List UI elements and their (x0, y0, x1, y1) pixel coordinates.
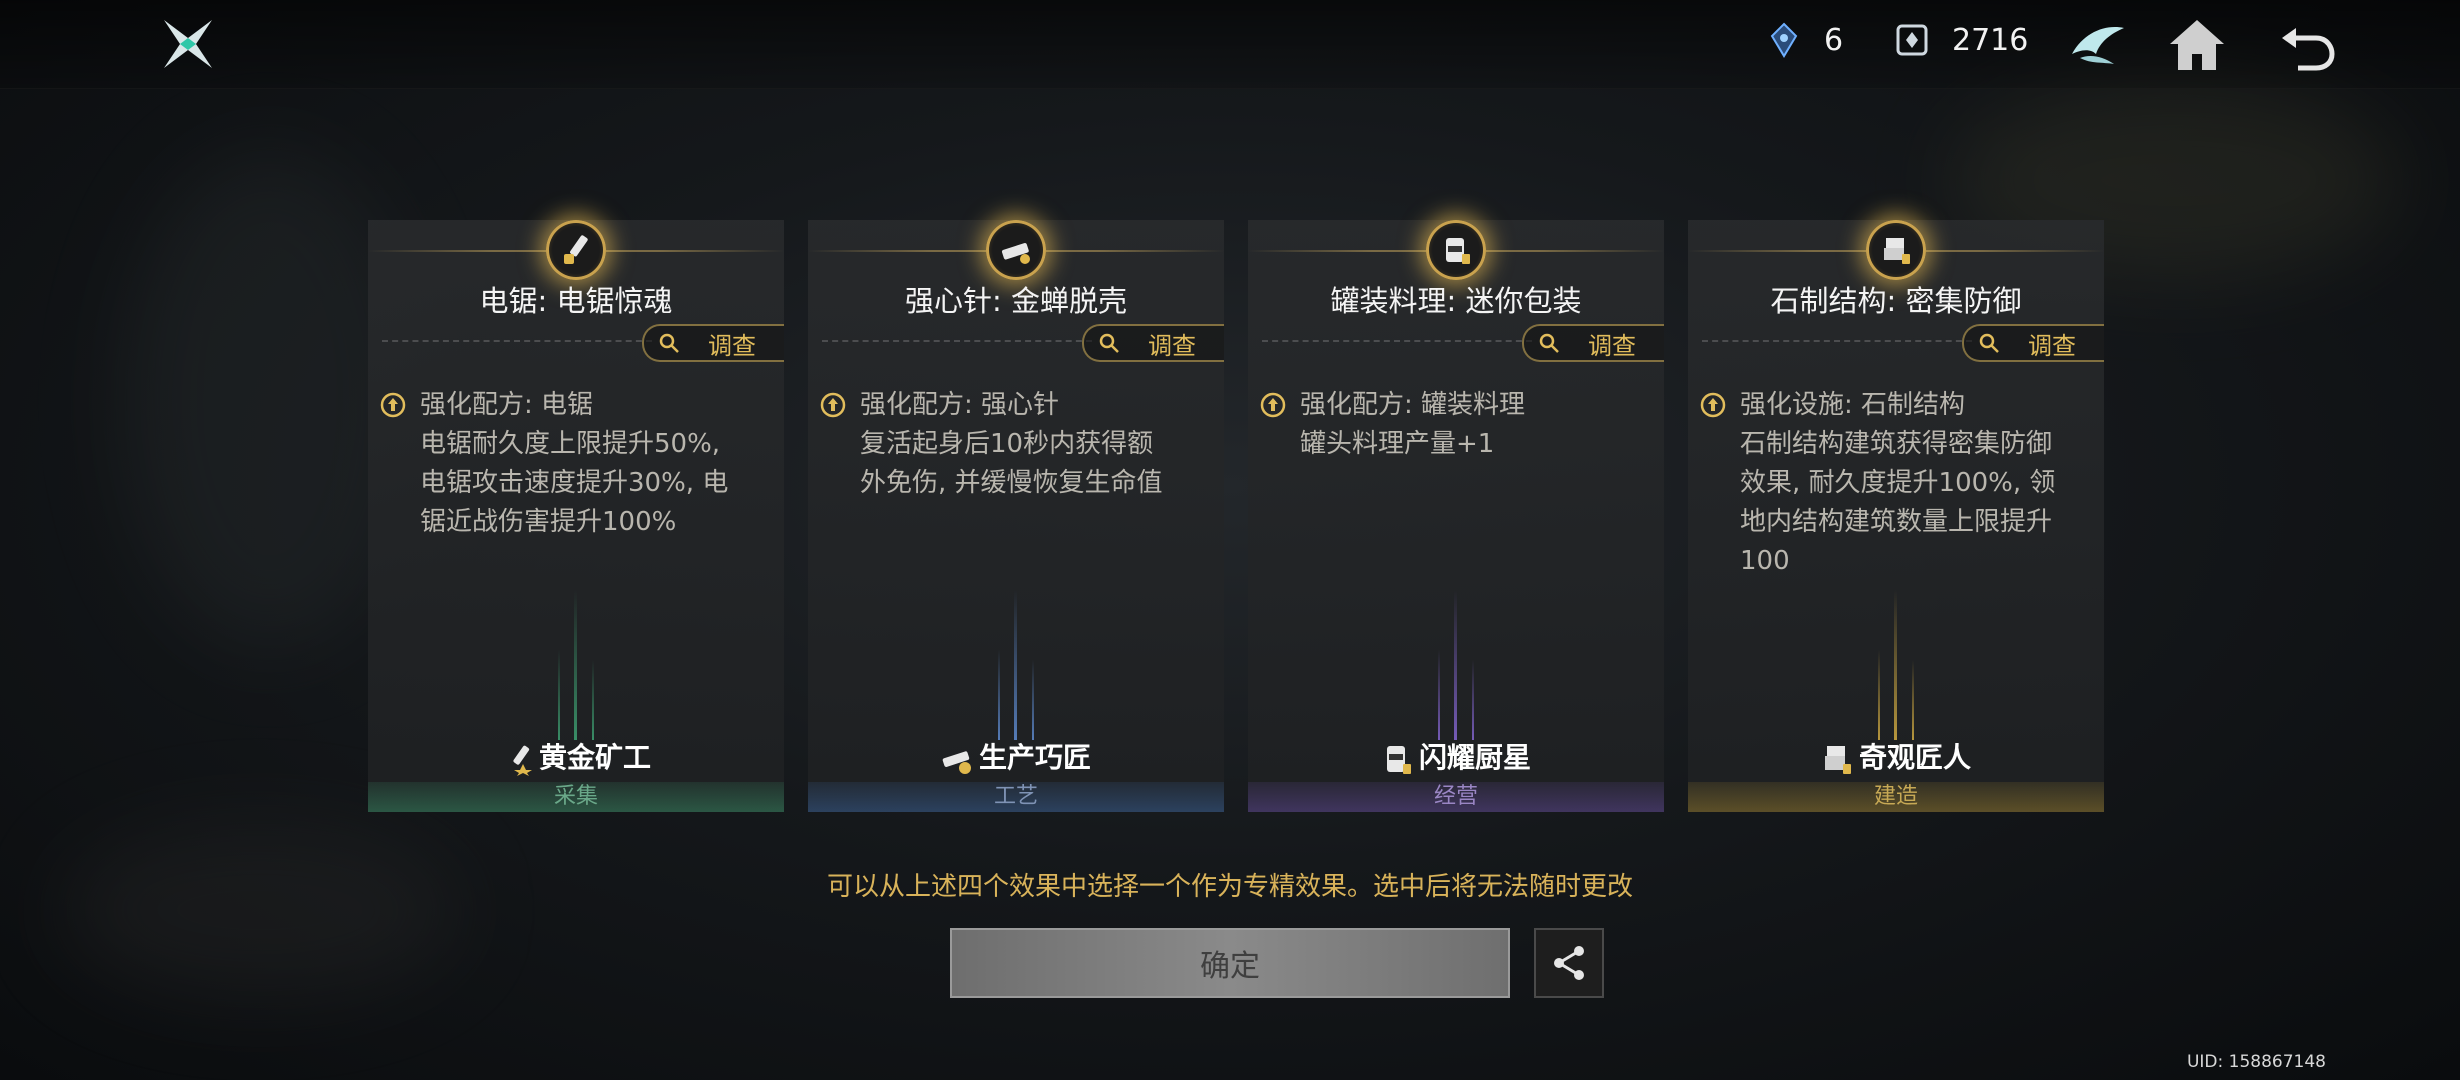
token-icon (1896, 24, 1928, 56)
effect-heading: 强化配方: 罐装料理 (1300, 390, 1526, 420)
category-label: 采集 (553, 784, 598, 809)
role-label: 生产巧匠 (808, 736, 1224, 776)
card-title: 石制结构: 密集防御 (1770, 284, 2022, 318)
confirm-button[interactable]: 确定 (950, 928, 1510, 998)
card-medal (1866, 220, 1926, 280)
share-icon (1554, 946, 1584, 980)
crystal-counter: 6 (1766, 22, 1843, 58)
wing-emblem-icon[interactable] (2066, 14, 2128, 76)
role-name: 奇观匠人 (1858, 741, 1971, 774)
upgrade-bullet-icon (820, 392, 846, 418)
investigate-label: 调查 (1588, 331, 1636, 360)
role-label: 黄金矿工 (368, 736, 784, 776)
stone-structure-icon (1824, 746, 1851, 774)
effect-heading: 强化配方: 强心针 (860, 390, 1060, 420)
token-counter: 2716 (1894, 22, 2028, 58)
divider (822, 340, 1092, 342)
role-label: 奇观匠人 (1688, 736, 2104, 776)
category-label: 经营 (1433, 784, 1478, 809)
investigate-button[interactable]: 调查 (1082, 324, 1224, 362)
specialization-card-canned-food[interactable]: 罐装料理: 迷你包装 调查 强化配方: 罐装料理 罐头料理产量+1 闪耀厨星 经… (1248, 220, 1664, 812)
effect-description: 石制结构建筑获得密集防御 效果, 耐久度提升100%, 领 地内结构建筑数量上限… (1740, 429, 2056, 576)
investigate-label: 调查 (708, 331, 756, 360)
role-label: 闪耀厨星 (1248, 736, 1664, 776)
effect-heading: 强化设施: 石制结构 (1740, 390, 1966, 420)
effect-text: 强化配方: 电锯 电锯耐久度上限提升50%, 电锯攻击速度提升30%, 电 锯近… (380, 386, 780, 542)
investigate-label: 调查 (2028, 331, 2076, 360)
share-button[interactable] (1534, 928, 1604, 998)
divider (382, 340, 652, 342)
specialization-card-chainsaw[interactable]: 电锯: 电锯惊魂 调查 强化配方: 电锯 电锯耐久度上限提升50%, 电锯攻击速… (368, 220, 784, 812)
category-bar: 建造 (1688, 782, 2104, 812)
user-id: UID: 158867148 (2186, 1052, 2326, 1072)
search-icon (1979, 333, 1999, 353)
category-bar: 经营 (1248, 782, 1664, 812)
stimulant-icon (1001, 243, 1030, 264)
divider (1702, 340, 1972, 342)
investigate-label: 调查 (1148, 331, 1196, 360)
selection-hint: 可以从上述四个效果中选择一个作为专精效果。选中后将无法随时更改 (826, 872, 1633, 902)
investigate-button[interactable]: 调查 (1522, 324, 1664, 362)
role-name: 闪耀厨星 (1418, 741, 1531, 774)
role-glow (1438, 590, 1474, 740)
chainsaw-icon (513, 745, 532, 776)
stone-structure-icon (1884, 238, 1910, 264)
canned-food-icon (1446, 238, 1470, 264)
role-name: 黄金矿工 (538, 741, 651, 774)
crystal-value: 6 (1824, 22, 1844, 58)
effect-description: 电锯耐久度上限提升50%, 电锯攻击速度提升30%, 电 锯近战伤害提升100% (420, 429, 729, 537)
confirm-label: 确定 (1200, 949, 1260, 984)
effect-text: 强化设施: 石制结构 石制结构建筑获得密集防御 效果, 耐久度提升100%, 领… (1700, 386, 2100, 581)
card-medal (546, 220, 606, 280)
role-glow (558, 590, 594, 740)
effect-description: 复活起身后10秒内获得额 外免伤, 并缓慢恢复生命值 (860, 429, 1163, 498)
canned-food-icon (1386, 746, 1411, 774)
category-label: 建造 (1873, 784, 1918, 809)
card-medal (986, 220, 1046, 280)
back-icon[interactable] (2276, 14, 2338, 76)
role-glow (1878, 590, 1914, 740)
card-title: 强心针: 金蝉脱壳 (905, 284, 1127, 318)
upgrade-bullet-icon (1700, 392, 1726, 418)
category-bar: 采集 (368, 782, 784, 812)
card-medal (1426, 220, 1486, 280)
home-icon[interactable] (2166, 14, 2228, 76)
crystal-icon (1770, 22, 1798, 58)
chainsaw-icon (564, 235, 588, 264)
divider (1262, 340, 1532, 342)
effect-description: 罐头料理产量+1 (1300, 429, 1495, 459)
investigate-button[interactable]: 调查 (1962, 324, 2104, 362)
top-bar: 6 2716 (0, 0, 2460, 89)
search-icon (659, 333, 679, 353)
category-label: 工艺 (993, 784, 1038, 809)
effect-text: 强化配方: 罐装料理 罐头料理产量+1 (1260, 386, 1660, 464)
specialization-card-stimulant[interactable]: 强心针: 金蝉脱壳 调查 强化配方: 强心针 复活起身后10秒内获得额 外免伤,… (808, 220, 1224, 812)
search-icon (1539, 333, 1559, 353)
card-title: 电锯: 电锯惊魂 (479, 284, 673, 318)
upgrade-bullet-icon (380, 392, 406, 418)
effect-text: 强化配方: 强心针 复活起身后10秒内获得额 外免伤, 并缓慢恢复生命值 (820, 386, 1220, 503)
background-blur (60, 820, 460, 1000)
game-logo-icon[interactable] (160, 16, 216, 72)
token-value: 2716 (1952, 22, 2029, 58)
effect-heading: 强化配方: 电锯 (420, 390, 594, 420)
investigate-button[interactable]: 调查 (642, 324, 784, 362)
upgrade-bullet-icon (1260, 392, 1286, 418)
category-bar: 工艺 (808, 782, 1224, 812)
stimulant-icon (942, 751, 971, 774)
search-icon (1099, 333, 1119, 353)
card-title: 罐装料理: 迷你包装 (1330, 284, 1582, 318)
role-name: 生产巧匠 (978, 741, 1091, 774)
specialization-card-stone-structure[interactable]: 石制结构: 密集防御 调查 强化设施: 石制结构 石制结构建筑获得密集防御 效果… (1688, 220, 2104, 812)
role-glow (998, 590, 1034, 740)
